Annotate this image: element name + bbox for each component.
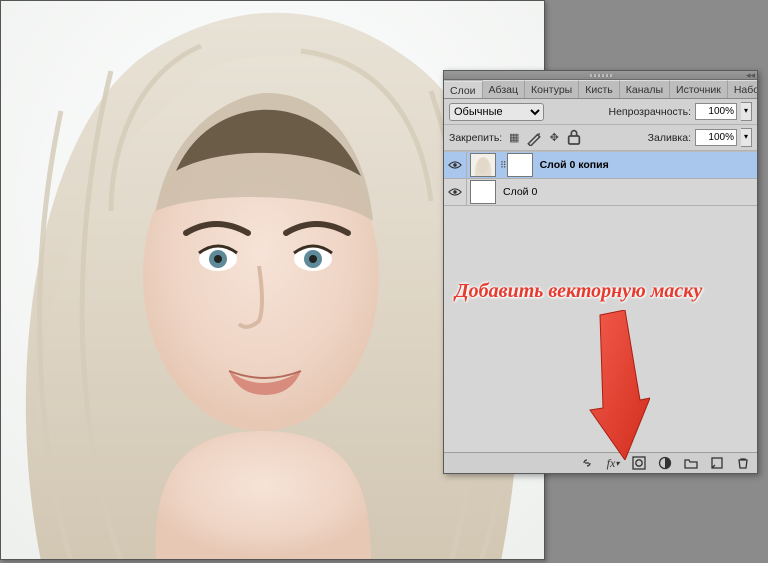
link-layers-button[interactable]: [579, 455, 595, 471]
mask-link-icon[interactable]: ⠿: [499, 160, 507, 171]
tab-channels[interactable]: Каналы: [620, 80, 670, 99]
lock-pixels-icon[interactable]: [526, 130, 542, 146]
new-layer-button[interactable]: [709, 455, 725, 471]
tab-label: Наборы ки: [734, 84, 757, 96]
tab-brush[interactable]: Кисть: [579, 80, 620, 99]
fill-input[interactable]: 100%: [695, 129, 737, 146]
opacity-label: Непрозрачность:: [609, 106, 692, 118]
tab-paths[interactable]: Контуры: [525, 80, 579, 99]
tab-paragraph[interactable]: Абзац: [483, 80, 525, 99]
tab-label: Абзац: [489, 84, 518, 96]
layer-row[interactable]: Слой 0: [444, 179, 757, 206]
tab-source[interactable]: Источник: [670, 80, 728, 99]
visibility-toggle[interactable]: [444, 152, 467, 178]
tab-label: Кисть: [585, 84, 613, 96]
tab-layers[interactable]: Слои: [444, 81, 483, 99]
add-mask-button[interactable]: [631, 455, 647, 471]
visibility-toggle[interactable]: [444, 179, 467, 205]
opacity-input[interactable]: 100%: [695, 103, 737, 120]
layer-thumbnail[interactable]: [470, 180, 496, 204]
opacity-dropdown-icon[interactable]: ▾: [741, 102, 752, 121]
blend-mode-select[interactable]: Обычные: [449, 103, 544, 121]
layer-name[interactable]: Слой 0 копия: [536, 159, 609, 171]
lock-all-icon[interactable]: [566, 130, 582, 146]
lock-row: Закрепить: ▦ ✥ Заливка: 100% ▾: [444, 125, 757, 151]
annotation-text: Добавить векторную маску: [455, 280, 702, 303]
new-group-button[interactable]: [683, 455, 699, 471]
tab-presets[interactable]: Наборы ки: [728, 80, 757, 99]
layer-mask-thumbnail[interactable]: [507, 153, 533, 177]
panel-titlebar[interactable]: ◂◂: [444, 71, 757, 80]
layer-style-button[interactable]: fx▾: [605, 455, 621, 471]
adjustment-layer-button[interactable]: [657, 455, 673, 471]
tab-label: Источник: [676, 84, 721, 96]
layer-row[interactable]: ⠿ Слой 0 копия: [444, 152, 757, 179]
collapse-icon[interactable]: ◂◂: [746, 72, 754, 78]
lock-position-icon[interactable]: ✥: [546, 130, 562, 146]
fill-dropdown-icon[interactable]: ▾: [741, 128, 752, 147]
delete-layer-button[interactable]: [735, 455, 751, 471]
layer-thumbnail[interactable]: [470, 153, 496, 177]
tab-label: Контуры: [531, 84, 572, 96]
blend-row: Обычные Непрозрачность: 100% ▾: [444, 99, 757, 125]
fill-label: Заливка:: [648, 132, 691, 144]
panel-footer: fx▾: [444, 452, 757, 473]
tab-label: Слои: [450, 85, 476, 97]
lock-label: Закрепить:: [449, 132, 502, 144]
layer-name[interactable]: Слой 0: [499, 186, 537, 198]
lock-transparency-icon[interactable]: ▦: [506, 130, 522, 146]
layers-panel: ◂◂ Слои Абзац Контуры Кисть Каналы Источ…: [443, 70, 758, 474]
panel-tabs: Слои Абзац Контуры Кисть Каналы Источник…: [444, 80, 757, 99]
tab-label: Каналы: [626, 84, 663, 96]
